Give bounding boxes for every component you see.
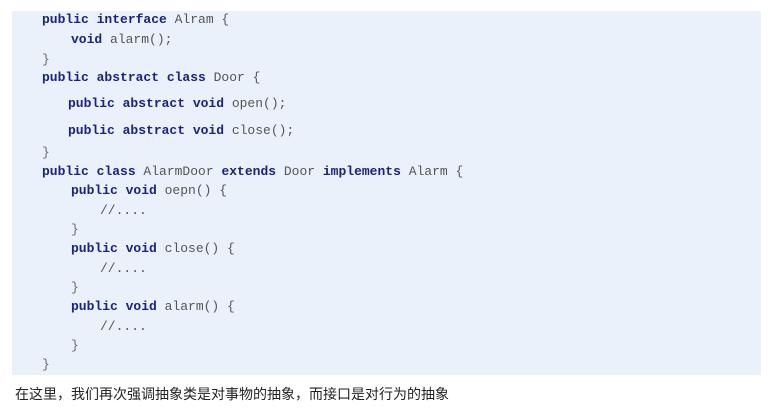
code-keyword: public class xyxy=(42,164,136,179)
code-line: //.... xyxy=(100,318,147,336)
code-text: AlarmDoor xyxy=(135,164,222,179)
code-keyword: extends xyxy=(221,164,277,179)
code-text: } xyxy=(42,145,50,160)
code-line: } xyxy=(42,144,50,162)
code-line: } xyxy=(71,279,79,297)
code-keyword: implements xyxy=(322,164,401,179)
code-comment: //.... xyxy=(100,319,147,334)
code-text: open(); xyxy=(224,96,287,111)
code-line: //.... xyxy=(100,260,147,278)
code-text: Alram { xyxy=(166,12,230,27)
code-line: } xyxy=(42,356,50,374)
code-line: public abstract class Door { xyxy=(42,69,260,87)
code-line: //.... xyxy=(100,202,147,220)
code-text: close() { xyxy=(156,241,235,256)
code-keyword: public abstract void xyxy=(68,123,225,138)
code-text: alarm() { xyxy=(156,299,235,314)
code-line: void alarm(); xyxy=(71,31,172,49)
code-line: } xyxy=(71,337,79,355)
code-text: } xyxy=(42,357,50,372)
code-comment: //.... xyxy=(100,261,147,276)
code-text: } xyxy=(71,222,79,237)
code-text: alarm(); xyxy=(102,32,173,47)
code-comment: //.... xyxy=(100,203,147,218)
code-text: } xyxy=(42,52,50,67)
code-keyword: public void xyxy=(71,299,157,314)
code-line: } xyxy=(71,221,79,239)
code-keyword: public interface xyxy=(42,12,167,27)
code-text: Door { xyxy=(205,70,261,85)
code-line: public class AlarmDoor extends Door impl… xyxy=(42,163,463,181)
code-text: } xyxy=(71,338,79,353)
code-text: oepn() { xyxy=(156,183,228,198)
code-line: public abstract void open(); xyxy=(68,95,286,113)
code-keyword: public void xyxy=(71,241,157,256)
code-line: public interface Alram { xyxy=(42,11,229,29)
code-text: Door xyxy=(276,164,323,179)
code-line: public void oepn() { xyxy=(71,182,227,200)
code-block: public interface Alram { void alarm(); }… xyxy=(12,11,761,375)
code-line: public void alarm() { xyxy=(71,298,235,316)
code-text: Alarm { xyxy=(400,164,464,179)
code-line: } xyxy=(42,51,50,69)
code-text: } xyxy=(71,280,79,295)
code-text: close(); xyxy=(224,123,295,138)
code-line: public abstract void close(); xyxy=(68,122,294,140)
caption-text: 在这里，我们再次强调抽象类是对事物的抽象，而接口是对行为的抽象 xyxy=(15,387,449,403)
code-keyword: public abstract class xyxy=(42,70,206,85)
code-keyword: void xyxy=(71,32,103,47)
code-line: public void close() { xyxy=(71,240,235,258)
code-keyword: public abstract void xyxy=(68,96,225,111)
code-keyword: public void xyxy=(71,183,157,198)
